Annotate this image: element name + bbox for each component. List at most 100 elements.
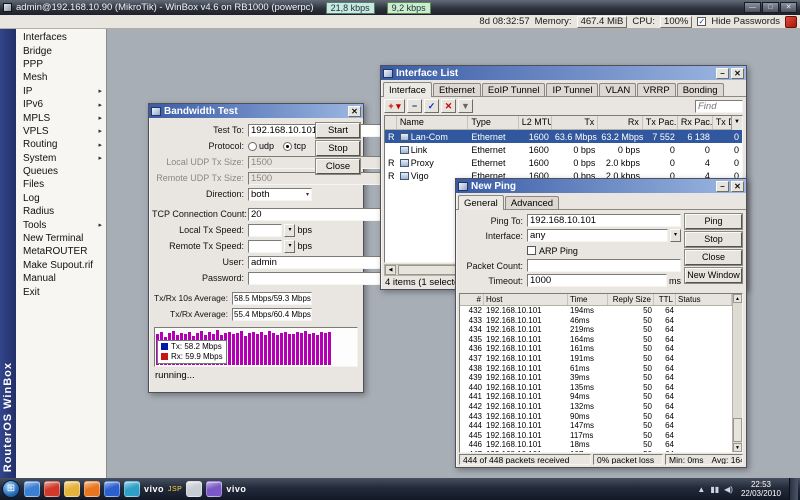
sidebar-item-ip[interactable]: IP▸: [16, 85, 106, 98]
interface-select[interactable]: any: [527, 229, 668, 242]
column-rx[interactable]: Rx: [598, 116, 643, 129]
timeout-input[interactable]: [527, 274, 667, 287]
memory-button[interactable]: 467.4 MiB: [577, 16, 628, 28]
ping-row[interactable]: 441192.168.10.10194ms5064: [460, 392, 732, 402]
scrollbar-thumb[interactable]: [733, 418, 742, 442]
tab-bonding[interactable]: Bonding: [677, 83, 724, 96]
tray-volume-icon[interactable]: ◀): [724, 485, 733, 494]
column-ttl[interactable]: TTL: [654, 294, 676, 305]
ping-row[interactable]: 442192.168.10.101132ms5064: [460, 402, 732, 412]
firefox-icon[interactable]: [84, 481, 100, 497]
find-input[interactable]: [695, 100, 743, 113]
new-window-button[interactable]: New Window: [685, 268, 742, 283]
tab-interface[interactable]: Interface: [383, 82, 432, 97]
sidebar-item-manual[interactable]: Manual: [16, 272, 106, 285]
tab-advanced[interactable]: Advanced: [505, 196, 559, 209]
interface-row[interactable]: RLan-ComEthernet160063.6 Mbps63.2 Mbps7 …: [385, 130, 742, 143]
tray-show-hidden-icon[interactable]: ▲: [697, 485, 705, 494]
ping-to-input[interactable]: [527, 214, 681, 227]
ping-row[interactable]: 439192.168.10.10139ms5064: [460, 373, 732, 383]
taskbar-label[interactable]: vivo: [144, 484, 164, 494]
add-interface-button[interactable]: + ▾: [384, 99, 405, 113]
column-reply-size[interactable]: Reply Size: [608, 294, 654, 305]
taskbar-label[interactable]: JSP: [168, 486, 182, 493]
sidebar-item-routing[interactable]: Routing▸: [16, 138, 106, 151]
close-icon[interactable]: ✕: [348, 106, 361, 117]
sidebar-item-new-terminal[interactable]: New Terminal: [16, 232, 106, 245]
column-tx[interactable]: Tx: [552, 116, 599, 129]
sidebar-item-bridge[interactable]: Bridge: [16, 44, 106, 57]
column-type[interactable]: Type: [468, 116, 518, 129]
app-purple-icon[interactable]: [206, 481, 222, 497]
ping-row[interactable]: 433192.168.10.10146ms5064: [460, 316, 732, 326]
remove-interface-button[interactable]: −: [407, 99, 422, 113]
tray-network-icon[interactable]: ▮▮: [710, 485, 719, 494]
start-button[interactable]: Start: [316, 123, 360, 138]
ping-button[interactable]: Ping: [685, 214, 742, 229]
column-chooser-icon[interactable]: ▼: [731, 116, 742, 130]
scroll-down-icon[interactable]: ▼: [733, 443, 742, 452]
filter-icon[interactable]: ▼: [458, 99, 473, 113]
direction-select[interactable]: both ▾: [248, 188, 312, 201]
scroll-up-icon[interactable]: ▲: [733, 294, 742, 303]
media-player-icon[interactable]: [124, 481, 140, 497]
column-seq[interactable]: #: [460, 294, 484, 305]
sidebar-item-mpls[interactable]: MPLS▸: [16, 111, 106, 124]
sidebar-item-ppp[interactable]: PPP: [16, 58, 106, 71]
tab-eoip-tunnel[interactable]: EoIP Tunnel: [482, 83, 546, 96]
tab-ip-tunnel[interactable]: IP Tunnel: [546, 83, 598, 96]
column-rx-packets[interactable]: Rx Pac...: [678, 116, 713, 129]
chevron-down-icon[interactable]: ▾: [284, 224, 295, 237]
column-status[interactable]: Status: [676, 294, 732, 305]
minimize-icon[interactable]: –: [716, 68, 729, 79]
scroll-left-icon[interactable]: ◀: [385, 265, 396, 275]
column-time[interactable]: Time: [568, 294, 608, 305]
local-tx-speed-input[interactable]: [248, 224, 282, 237]
ping-row[interactable]: 446192.168.10.10118ms5064: [460, 440, 732, 450]
close-icon[interactable]: ✕: [780, 2, 797, 13]
ping-row[interactable]: 443192.168.10.10190ms5064: [460, 412, 732, 422]
app-blue-icon[interactable]: [24, 481, 40, 497]
sidebar-item-files[interactable]: Files: [16, 178, 106, 191]
close-icon[interactable]: ✕: [731, 181, 744, 192]
folder-icon[interactable]: [64, 481, 80, 497]
ping-row[interactable]: 432192.168.10.101194ms5064: [460, 306, 732, 316]
taskbar-clock[interactable]: 22:53 22/03/2010: [738, 480, 784, 498]
sidebar-item-ipv6[interactable]: IPv6▸: [16, 98, 106, 111]
stop-button[interactable]: Stop: [685, 232, 742, 247]
column-tx-packets[interactable]: Tx Pac...: [643, 116, 678, 129]
protocol-tcp-radio[interactable]: tcp: [283, 141, 306, 151]
taskbar-label[interactable]: vivo: [226, 484, 246, 494]
bandwidth-test-titlebar[interactable]: Bandwidth Test ✕: [149, 104, 363, 118]
vertical-scrollbar[interactable]: ▲ ▼: [732, 294, 742, 452]
protocol-udp-radio[interactable]: udp: [248, 141, 274, 151]
tab-ethernet[interactable]: Ethernet: [433, 83, 481, 96]
column-l2mtu[interactable]: L2 MTU: [519, 116, 552, 129]
sidebar-item-tools[interactable]: Tools▸: [16, 218, 106, 231]
ping-row[interactable]: 438192.168.10.10161ms5064: [460, 364, 732, 374]
ping-row[interactable]: 440192.168.10.101135ms5064: [460, 383, 732, 393]
internet-explorer-icon[interactable]: [104, 481, 120, 497]
tab-vlan[interactable]: VLAN: [599, 83, 636, 96]
chevron-down-icon[interactable]: ▾: [670, 229, 681, 242]
new-ping-titlebar[interactable]: New Ping – ✕: [456, 179, 746, 193]
ping-row[interactable]: 445192.168.10.101117ms5064: [460, 431, 732, 441]
app-silver-icon[interactable]: [186, 481, 202, 497]
stop-button[interactable]: Stop: [316, 141, 360, 156]
tab-vrrp[interactable]: VRRP: [637, 83, 675, 96]
cpu-button[interactable]: 100%: [660, 16, 692, 28]
sidebar-item-vpls[interactable]: VPLS▸: [16, 125, 106, 138]
sidebar-item-interfaces[interactable]: Interfaces: [16, 31, 106, 44]
ping-row[interactable]: 437192.168.10.101191ms5064: [460, 354, 732, 364]
sidebar-item-radius[interactable]: Radius: [16, 205, 106, 218]
enable-interface-button[interactable]: ✓: [424, 99, 439, 113]
maximize-icon[interactable]: □: [762, 2, 779, 13]
sidebar-item-log[interactable]: Log: [16, 192, 106, 205]
column-name[interactable]: Name: [397, 116, 469, 129]
start-button[interactable]: ⊞: [2, 480, 20, 498]
minimize-icon[interactable]: —: [744, 2, 761, 13]
sidebar-item-queues[interactable]: Queues: [16, 165, 106, 178]
os-titlebar[interactable]: admin@192.168.10.90 (MikroTik) - WinBox …: [0, 0, 800, 15]
sidebar-item-metarouter[interactable]: MetaROUTER: [16, 245, 106, 258]
chevron-down-icon[interactable]: ▾: [284, 240, 295, 253]
